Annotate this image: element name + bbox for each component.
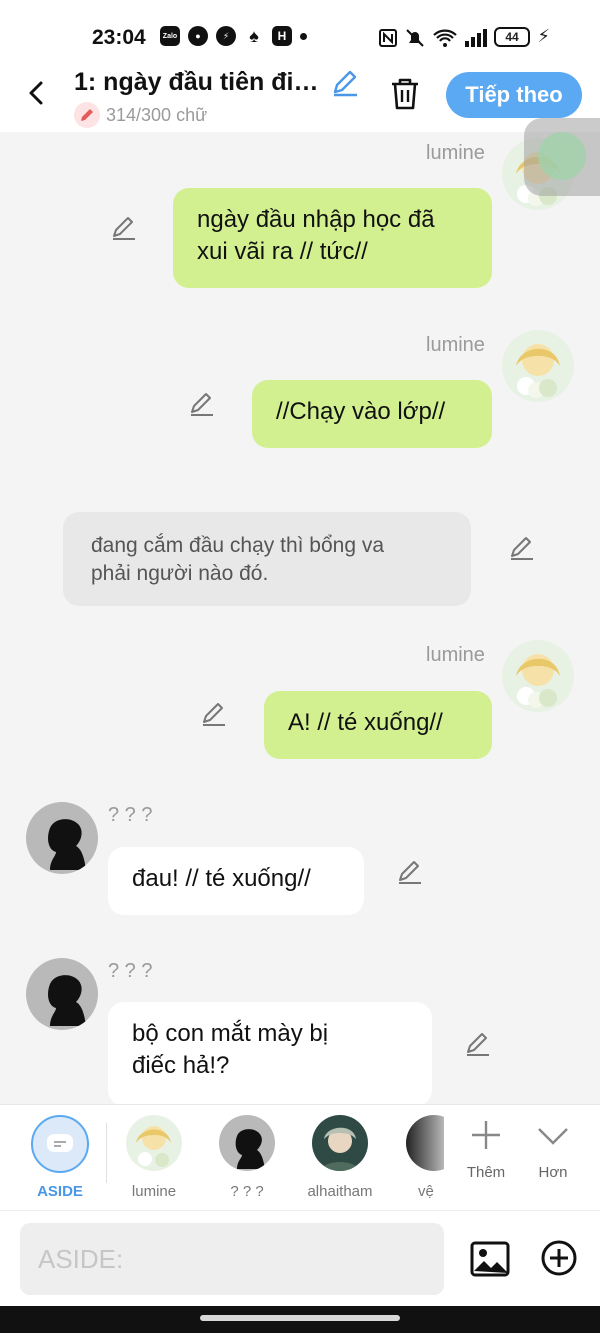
message-bubble[interactable]: bộ con mắt mày bị điếc hả!? (108, 1002, 432, 1104)
header: 1: ngày đầu tiên đi học 314/300 chữ Tiếp… (0, 60, 600, 132)
character-alhaitham[interactable]: alhaitham (300, 1115, 380, 1200)
wifi-icon (433, 29, 457, 47)
word-count: 314/300 chữ (74, 102, 207, 128)
add-circle-icon[interactable] (540, 1239, 578, 1277)
message-line: //Chạy vào lớp// (276, 398, 446, 425)
nfc-icon (379, 29, 397, 47)
edit-message-icon[interactable] (508, 534, 536, 562)
avatar-ve (406, 1115, 444, 1171)
message-line: điếc hả!? (132, 1052, 230, 1079)
speaker-name: lumine (426, 334, 485, 356)
expand-label: Hơn (538, 1164, 568, 1181)
message-line: đau! // té xuống// (132, 865, 311, 892)
back-arrow-icon[interactable] (22, 78, 52, 108)
input-bar (0, 1210, 600, 1306)
expand-button[interactable]: Hơn (523, 1117, 583, 1181)
avatar-alhaitham (312, 1115, 368, 1171)
avatar-lumine (126, 1115, 182, 1171)
charging-icon: ⚡ (537, 26, 550, 46)
message-bubble[interactable]: A! // té xuống// (264, 691, 492, 759)
edit-message-icon[interactable] (396, 858, 424, 886)
char-count: 314/300 chữ (106, 104, 208, 125)
character-unknown[interactable]: ? ? ? (207, 1115, 287, 1200)
add-character-button[interactable]: Thêm (456, 1117, 516, 1181)
add-label: Thêm (466, 1164, 506, 1181)
character-aside[interactable]: ASIDE (20, 1115, 100, 1200)
signal-icon (465, 29, 487, 47)
message-bubble[interactable]: ngày đầu nhập học đã xui vãi ra // tức// (173, 188, 492, 288)
character-label: lumine (131, 1183, 177, 1200)
chat-area[interactable]: lumine ngày đầu nhập học đã xui vãi ra /… (0, 132, 600, 1104)
more-notifications-dot (300, 33, 307, 40)
navigation-bar (0, 1306, 600, 1333)
character-ve[interactable]: vệ (394, 1115, 444, 1200)
next-button[interactable]: Tiếp theo (446, 72, 582, 118)
aside-chat-icon (31, 1115, 89, 1173)
chapter-title: 1: ngày đầu tiên đi học (74, 68, 324, 96)
message-line: bộ con mắt mày bị (132, 1020, 329, 1047)
mute-icon (406, 29, 424, 47)
message-bubble[interactable]: //Chạy vào lớp// (252, 380, 492, 448)
character-label: alhaitham (307, 1183, 373, 1200)
message-line: xui vãi ra // tức// (197, 238, 368, 265)
avatar-unknown[interactable] (26, 802, 98, 874)
message-bubble[interactable]: đau! // té xuống// (108, 847, 364, 915)
avatar-unknown (219, 1115, 275, 1171)
edit-message-icon[interactable] (110, 214, 138, 242)
h-app-icon: H (272, 26, 292, 46)
character-label: ? ? ? (230, 1183, 264, 1200)
avatar-lumine[interactable] (502, 640, 574, 712)
character-lumine[interactable]: lumine (114, 1115, 194, 1200)
aside-line: phải người nào đó. (91, 562, 269, 585)
notification-icons: Zalo ● ⚡ ♠ H (160, 26, 307, 46)
home-indicator[interactable] (200, 1315, 400, 1321)
character-label: vệ (418, 1183, 434, 1200)
floating-assistive-button[interactable] (524, 118, 600, 196)
speaker-name: lumine (426, 644, 485, 666)
plus-icon (472, 1121, 500, 1149)
chat-bubble-icon: ● (188, 26, 208, 46)
aside-bubble[interactable]: đang cắm đầu chạy thì bổng va phải người… (63, 512, 471, 606)
message-line: A! // té xuống// (288, 709, 443, 736)
avatar-unknown[interactable] (26, 958, 98, 1030)
trash-icon[interactable] (388, 76, 422, 112)
edit-message-icon[interactable] (200, 700, 228, 728)
speaker-name: ? ? ? (108, 960, 153, 982)
chevron-down-icon (538, 1128, 568, 1145)
image-icon[interactable] (470, 1239, 510, 1279)
aside-line: đang cắm đầu chạy thì bổng va (91, 534, 385, 557)
edit-title-icon[interactable] (330, 68, 360, 98)
speaker-name: ? ? ? (108, 804, 153, 826)
drop-icon: ♠ (249, 25, 259, 46)
message-input[interactable] (20, 1223, 444, 1295)
floating-dot (538, 132, 586, 180)
edit-message-icon[interactable] (188, 390, 216, 418)
edit-message-icon[interactable] (464, 1030, 492, 1058)
pencil-icon (74, 102, 100, 128)
avatar-lumine[interactable] (502, 330, 574, 402)
character-label: ASIDE (37, 1183, 83, 1200)
messenger-icon: ⚡ (216, 26, 236, 46)
character-selector: ASIDE lumine ? ? ? alhaitham vệ Thêm Hơn (0, 1104, 600, 1210)
message-line: ngày đầu nhập học đã (197, 206, 435, 233)
divider (106, 1123, 107, 1183)
status-time: 23:04 (92, 26, 146, 49)
battery-indicator: 44 (494, 27, 530, 47)
speaker-name: lumine (426, 142, 485, 164)
zalo-icon: Zalo (160, 26, 180, 46)
